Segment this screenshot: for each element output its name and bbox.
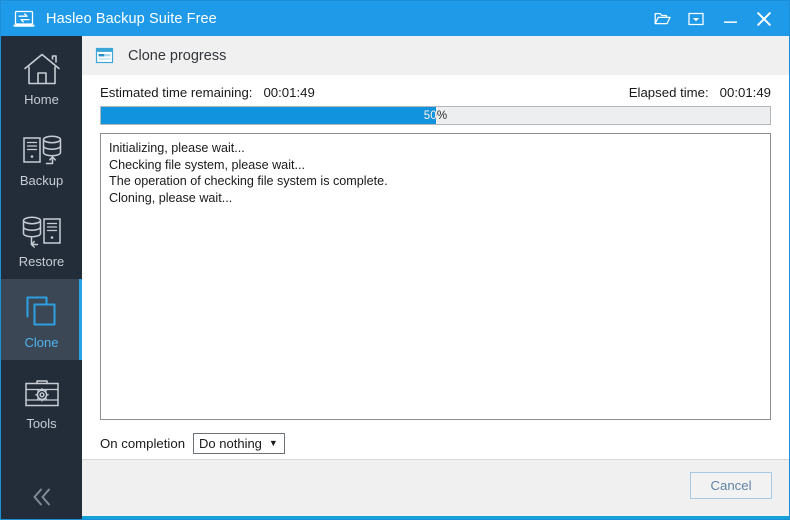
log-line: The operation of checking file system is…: [109, 174, 388, 188]
elapsed-time: Elapsed time: 00:01:49: [629, 85, 771, 100]
sidebar-item-label: Home: [24, 92, 59, 107]
window-title: Hasleo Backup Suite Free: [46, 10, 217, 27]
on-completion-label: On completion: [100, 436, 186, 451]
sidebar-item-backup[interactable]: Backup: [1, 117, 82, 198]
log-line: Checking file system, please wait...: [109, 157, 305, 172]
chevron-down-icon: ▼: [268, 438, 278, 448]
backup-icon: [21, 128, 63, 168]
time-row: Estimated time remaining: 00:01:49 Elaps…: [100, 83, 771, 101]
open-folder-icon[interactable]: [645, 1, 679, 36]
on-completion-row: On completion Do nothing ▼: [100, 433, 285, 454]
sidebar-item-label: Backup: [19, 173, 64, 188]
content-area: Clone progress Estimated time remaining:…: [82, 36, 789, 519]
minimize-icon[interactable]: [713, 1, 747, 36]
page-title: Clone progress: [128, 47, 227, 64]
progress-window-icon: [95, 46, 114, 65]
cancel-button[interactable]: Cancel: [690, 472, 772, 499]
sidebar-item-label: Restore: [18, 254, 65, 269]
page-body: Estimated time remaining: 00:01:49 Elaps…: [82, 75, 789, 459]
sidebar: Home Backup Restore Clone Tools: [1, 36, 82, 519]
bottom-accent-line: [82, 516, 789, 519]
sidebar-item-label: Clone: [24, 335, 59, 350]
title-bar: Hasleo Backup Suite Free: [1, 1, 789, 36]
estimated-time-label: Estimated time remaining:: [100, 84, 253, 100]
clone-icon: [22, 290, 62, 330]
on-completion-value: Do nothing: [199, 436, 262, 451]
app-window: Hasleo Backup Suite Free Home Backup Res…: [0, 0, 790, 520]
chevron-double-left-icon: [30, 486, 54, 513]
laptop-transfer-icon: [12, 7, 36, 31]
elapsed-time-label: Elapsed time:: [628, 84, 709, 100]
sidebar-item-label: Tools: [26, 416, 57, 431]
page-header: Clone progress: [82, 36, 789, 75]
log-output[interactable]: Initializing, please wait... Checking fi…: [100, 133, 771, 420]
sidebar-item-tools[interactable]: Tools: [1, 360, 82, 441]
elapsed-time-value: 00:01:49: [719, 84, 771, 100]
menu-dropdown-icon[interactable]: [679, 1, 713, 36]
sidebar-collapse-button[interactable]: [1, 482, 82, 516]
log-line: Cloning, please wait...: [109, 190, 233, 205]
home-icon: [22, 47, 62, 87]
sidebar-item-restore[interactable]: Restore: [1, 198, 82, 279]
estimated-time-remaining: Estimated time remaining: 00:01:49: [100, 85, 315, 100]
progress-percent-text-overlay: 50%: [101, 107, 436, 124]
footer-bar: Cancel: [82, 459, 789, 516]
close-icon[interactable]: [747, 1, 781, 36]
progress-percent-text-light: 50%: [423, 109, 436, 122]
log-line: Initializing, please wait...: [109, 141, 245, 155]
on-completion-dropdown[interactable]: Do nothing ▼: [193, 433, 285, 454]
tools-icon: [21, 371, 63, 411]
sidebar-item-home[interactable]: Home: [1, 36, 82, 117]
progress-bar: 50% 50%: [100, 106, 771, 125]
sidebar-item-clone[interactable]: Clone: [1, 279, 82, 360]
estimated-time-value: 00:01:49: [263, 84, 315, 100]
restore-icon: [21, 209, 63, 249]
